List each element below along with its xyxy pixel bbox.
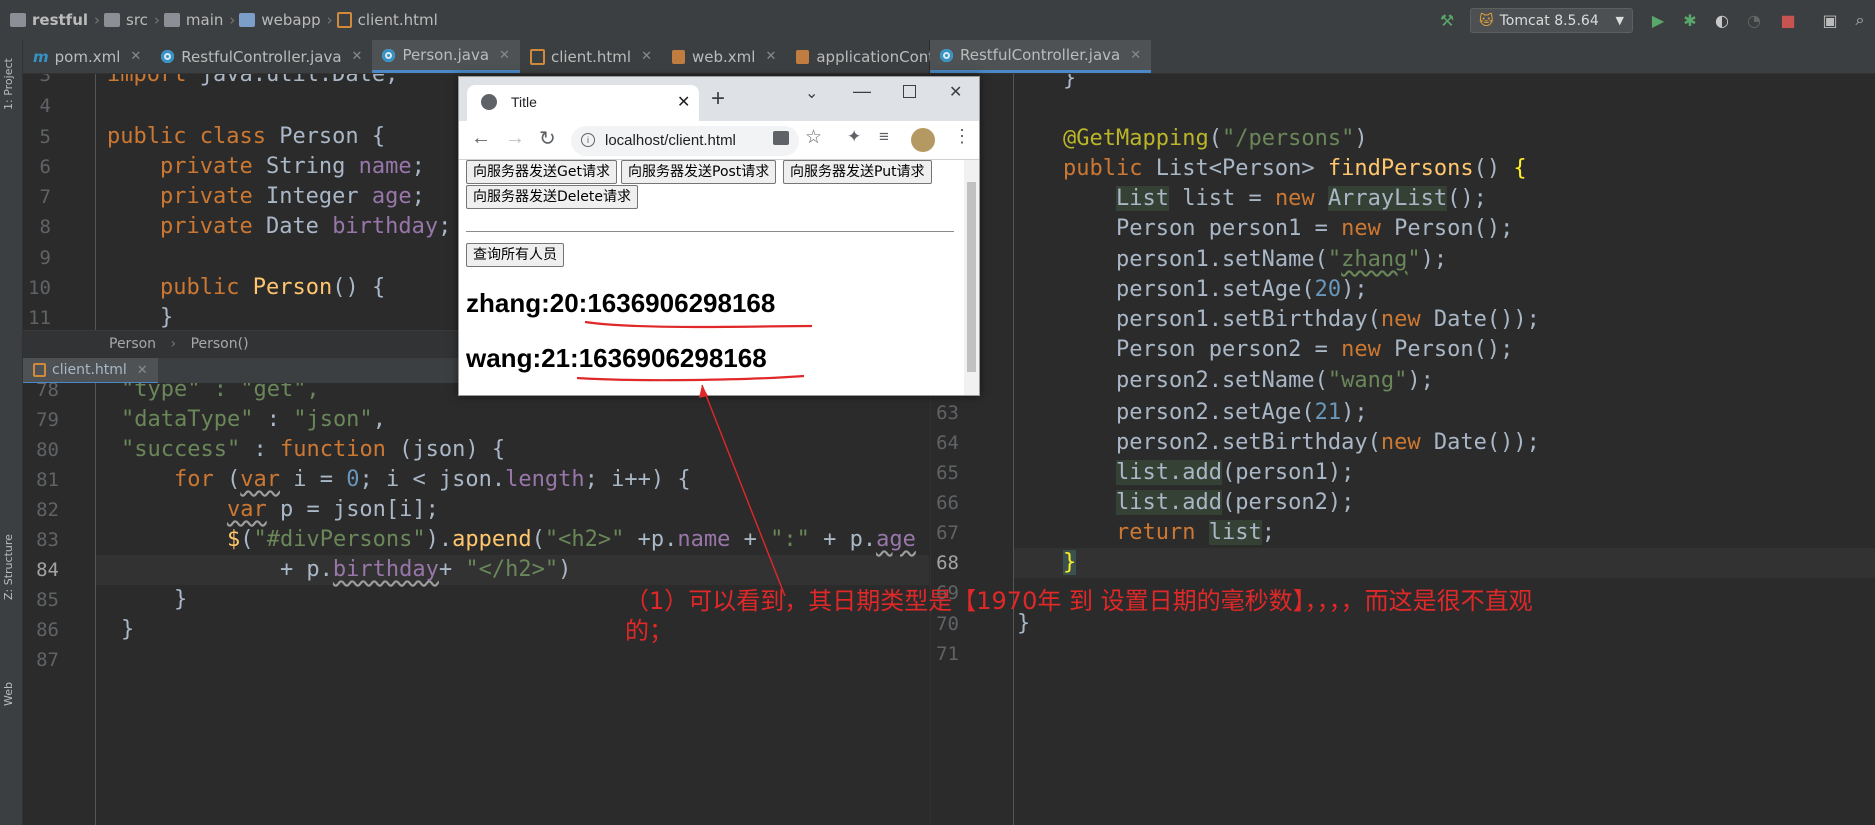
annotation-overlay [576,320,813,597]
annotation-text: （1）可以看到，其日期类型是【1970年 到 设置日期的毫秒数】，，，，而这是很… [625,587,1533,645]
underline-stroke [584,320,813,329]
underline-stroke [576,374,805,382]
pointer-arrow [701,384,786,597]
